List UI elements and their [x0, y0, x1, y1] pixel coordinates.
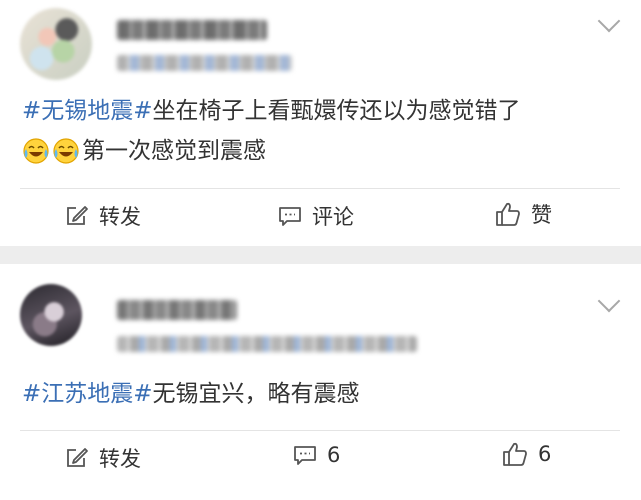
like-label: 赞: [531, 203, 552, 227]
post-text-segment: 第一次感觉到震感: [82, 138, 266, 164]
comment-label: 评论: [312, 205, 354, 229]
post-text-line-2: 第一次感觉到震感: [22, 132, 266, 170]
comment-count: 6: [327, 443, 341, 467]
comment-button[interactable]: 评论: [278, 201, 354, 231]
like-count: 6: [538, 442, 552, 466]
post-card: #无锡地震#坐在椅子上看甄嬛传还以为感觉错了 第一次感觉到震感 转发 评论 赞: [0, 0, 641, 246]
hashtag-link[interactable]: #无锡地震#: [22, 98, 153, 124]
divider: [20, 188, 620, 189]
avatar[interactable]: [20, 284, 82, 346]
edit-square-icon: [67, 448, 88, 467]
post-card: #江苏地震#无锡宜兴，略有震感 转发 6 6: [0, 264, 641, 500]
repost-button[interactable]: 转发: [65, 201, 141, 231]
avatar[interactable]: [20, 8, 92, 80]
hashtag-link[interactable]: #江苏地震#: [22, 381, 153, 407]
post-meta-blurred: [117, 55, 292, 71]
divider: [20, 430, 620, 431]
comment-bubble-icon: [279, 207, 301, 226]
post-text: #无锡地震#坐在椅子上看甄嬛传还以为感觉错了: [22, 92, 521, 130]
comment-button[interactable]: 6: [293, 443, 340, 467]
post-meta-blurred: [117, 336, 417, 352]
repost-button[interactable]: 转发: [65, 443, 141, 473]
repost-label: 转发: [99, 205, 141, 229]
repost-label: 转发: [99, 447, 141, 471]
post-text-segment: 无锡宜兴，略有震感: [152, 381, 360, 407]
post-text-segment: 坐在椅子上看甄嬛传还以为感觉错了: [152, 98, 521, 124]
like-button[interactable]: 6: [502, 441, 551, 467]
thumbs-up-icon: [496, 202, 520, 226]
laughing-crying-emoji-icon: [23, 138, 49, 164]
edit-square-icon: [67, 206, 88, 225]
like-button[interactable]: 赞: [495, 199, 552, 229]
chevron-down-icon[interactable]: [597, 289, 621, 313]
comment-bubble-icon: [294, 446, 316, 465]
thumbs-up-icon: [503, 442, 527, 466]
chevron-down-icon[interactable]: [597, 9, 621, 33]
username-blurred[interactable]: [117, 300, 237, 320]
username-blurred[interactable]: [117, 20, 267, 40]
post-text: #江苏地震#无锡宜兴，略有震感: [22, 375, 360, 413]
laughing-crying-emoji-icon: [53, 138, 79, 164]
